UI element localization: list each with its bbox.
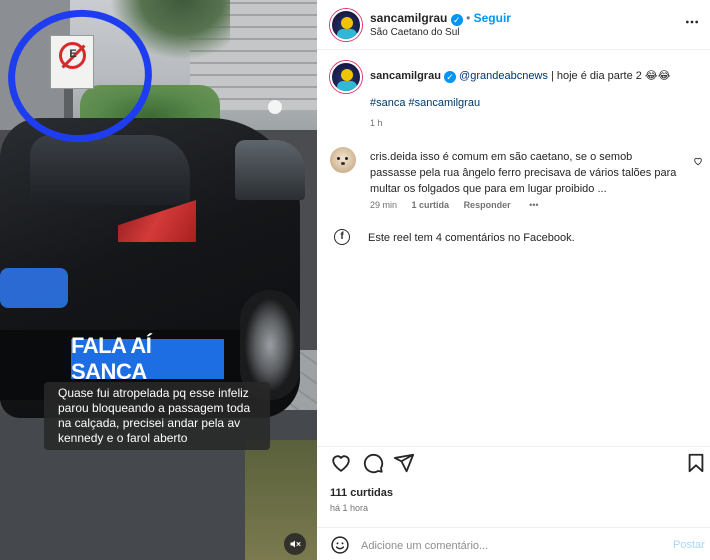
comment-time[interactable]: 29 min	[370, 200, 397, 210]
mute-button[interactable]	[284, 533, 306, 555]
caption-hashtags[interactable]: #sanca #sancamilgrau	[370, 97, 480, 109]
caption-time[interactable]: 1 h	[370, 118, 383, 128]
save-button[interactable]	[685, 452, 707, 474]
emoji-icon	[331, 536, 349, 554]
comment-avatar[interactable]	[330, 147, 356, 173]
verified-badge-icon: ✓	[450, 14, 463, 26]
share-icon	[393, 453, 415, 473]
follow-button[interactable]: Seguir	[474, 11, 511, 25]
post-time[interactable]: há 1 hora	[330, 503, 368, 513]
post-header: sancamilgrau ✓ • Seguir São Caetano do S…	[317, 0, 710, 50]
car-side-window	[235, 140, 305, 200]
header-separator: •	[466, 11, 471, 25]
caption-body: | hoje é dia parte 2 😂😂	[547, 70, 671, 82]
comment-username[interactable]: cris.deida	[370, 151, 417, 163]
facebook-icon: f	[334, 229, 350, 245]
caption-username[interactable]: sancamilgrau	[370, 70, 441, 82]
post-comment-button[interactable]: Postar	[673, 539, 705, 551]
street-lamp	[268, 100, 282, 114]
more-options-icon[interactable]	[684, 14, 700, 33]
reel-video[interactable]: E FALA AÍ SANCA Quase fui atropelada pq …	[0, 0, 317, 560]
avatar[interactable]	[330, 9, 362, 41]
post-side-panel: sancamilgrau ✓ • Seguir São Caetano do S…	[317, 0, 710, 560]
grass-strip	[245, 440, 317, 560]
like-button[interactable]	[330, 452, 352, 474]
comment-reply-button[interactable]: Responder	[464, 200, 511, 210]
car-rear-window	[30, 135, 190, 205]
verified-badge-icon: ✓	[443, 71, 456, 83]
bookmark-icon	[688, 453, 704, 473]
location-link[interactable]: São Caetano do Sul	[370, 27, 460, 38]
share-button[interactable]	[393, 452, 415, 474]
comment-button[interactable]	[362, 452, 384, 474]
comment-like-button[interactable]	[693, 153, 703, 171]
emoji-button[interactable]	[330, 535, 350, 560]
header-user-line: sancamilgrau ✓ • Seguir	[370, 11, 511, 26]
comment-meta: 29 min 1 curtida Responder •••	[370, 200, 539, 210]
heart-icon	[694, 157, 702, 166]
facebook-note-text[interactable]: Este reel tem 4 comentários no Facebook.	[368, 232, 575, 244]
comment-likes[interactable]: 1 curtida	[412, 200, 450, 210]
comment-icon	[363, 453, 384, 474]
add-comment-bar: Postar	[317, 527, 710, 560]
license-plate-blur	[0, 268, 68, 308]
comment-text-block: cris.deida isso é comum em são caetano, …	[370, 149, 680, 197]
comment-input[interactable]	[361, 537, 641, 555]
likes-count[interactable]: 111 curtidas	[330, 487, 393, 499]
video-frame: E	[0, 0, 317, 560]
heart-icon	[332, 455, 350, 472]
header-username[interactable]: sancamilgrau	[370, 11, 447, 25]
caption-avatar[interactable]	[330, 61, 362, 93]
video-caption-banner: Quase fui atropelada pq esse infeliz par…	[44, 382, 270, 450]
comment-more-icon[interactable]: •••	[529, 200, 538, 210]
video-title-banner: FALA AÍ SANCA	[71, 333, 224, 384]
caption-mention[interactable]: @grandeabcnews	[459, 70, 548, 82]
caption-text-line: sancamilgrau ✓ @grandeabcnews | hoje é d…	[370, 69, 700, 84]
muted-speaker-icon	[290, 540, 301, 548]
